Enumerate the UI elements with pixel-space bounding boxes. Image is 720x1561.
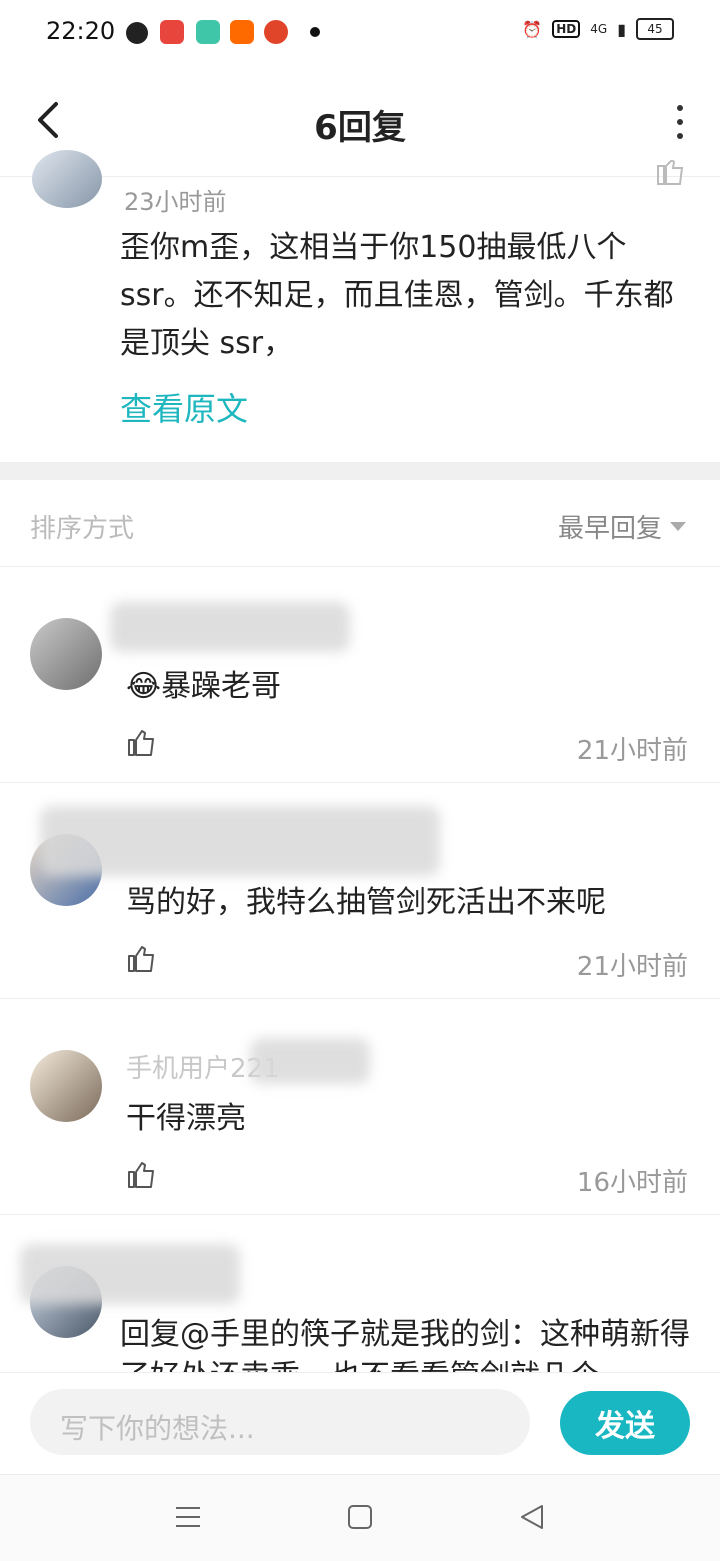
battery-level: 45 <box>647 22 663 36</box>
laughing-emoji-icon: 😂 <box>126 669 162 704</box>
redacted-username <box>40 806 440 876</box>
section-gap <box>0 462 720 480</box>
comment-time: 21小时前 <box>576 736 688 766</box>
comment-text: 骂的好，我特么抽管剑死活出不来呢 <box>126 885 606 920</box>
toutiao-icon <box>160 20 184 44</box>
app-icon <box>196 20 220 44</box>
system-nav-bar <box>0 1474 720 1561</box>
comment-time: 16小时前 <box>576 1168 688 1198</box>
menu-icon[interactable] <box>174 1503 202 1531</box>
comment-composer: 写下你的想法... 发送 <box>0 1372 720 1473</box>
home-icon[interactable] <box>346 1503 374 1531</box>
status-time: 22:20 <box>46 17 116 45</box>
comment-item: 回复@手里的筷子就是我的剑：这种萌新得了好处还卖乖，也不看看管剑就几个 <box>0 1214 720 1372</box>
avatar[interactable] <box>30 1050 102 1122</box>
comment-text: 回复@手里的筷子就是我的剑：这种萌新得了好处还卖乖，也不看看管剑就几个 <box>120 1317 690 1372</box>
sort-value: 最早回复 <box>557 514 662 544</box>
status-right: ⏰ HD 4G ▮ 45 <box>522 18 674 40</box>
app-header: 6回复 <box>0 64 720 177</box>
page-title: 6回复 <box>314 108 406 148</box>
comment-text: 😂暴躁老哥 <box>126 666 696 708</box>
avatar[interactable] <box>30 618 102 690</box>
wechat-icon <box>126 22 148 44</box>
redacted-username <box>110 602 350 652</box>
chevron-down-icon <box>670 522 686 531</box>
hd-icon: HD <box>552 20 581 38</box>
like-icon[interactable] <box>126 944 156 974</box>
status-bar: 22:20 ⏰ HD 4G ▮ 45 <box>0 0 720 64</box>
signal-icon: ▮ <box>617 19 626 39</box>
back-icon[interactable] <box>518 1503 546 1531</box>
comment-item: 😂暴躁老哥 21小时前 <box>0 566 720 782</box>
post-text: 歪你m歪，这相当于你150抽最低八个ssr。还不知足，而且佳恩，管剑。千东都是顶… <box>120 230 674 361</box>
app2-icon <box>264 20 288 44</box>
sort-label: 排序方式 <box>30 514 135 544</box>
taobao-icon <box>230 20 254 44</box>
comment-input-placeholder: 写下你的想法... <box>60 1412 255 1445</box>
sort-dropdown[interactable]: 最早回复 <box>558 508 686 545</box>
redacted-username <box>20 1244 240 1304</box>
redacted-username <box>250 1038 370 1084</box>
battery-icon: 45 <box>636 18 674 40</box>
alarm-icon: ⏰ <box>522 19 543 39</box>
comment-text-body: 暴躁老哥 <box>161 669 282 704</box>
post-time: 23小时前 <box>124 188 227 216</box>
more-menu-icon[interactable] <box>670 102 690 142</box>
signal-label: 4G <box>590 22 608 36</box>
view-original-link[interactable]: 查看原文 <box>120 384 248 430</box>
post-avatar[interactable] <box>32 150 102 208</box>
comment-item: 手机用户221 干得漂亮 16小时前 <box>0 998 720 1214</box>
comment-text: 干得漂亮 <box>126 1101 246 1136</box>
comment-item: 骂的好，我特么抽管剑死活出不来呢 21小时前 <box>0 782 720 998</box>
send-button[interactable]: 发送 <box>560 1391 690 1455</box>
post-like-icon[interactable] <box>654 160 686 186</box>
like-icon[interactable] <box>126 728 156 758</box>
comment-time: 21小时前 <box>576 952 688 982</box>
more-notifications-icon <box>310 27 320 37</box>
like-icon[interactable] <box>126 1160 156 1190</box>
